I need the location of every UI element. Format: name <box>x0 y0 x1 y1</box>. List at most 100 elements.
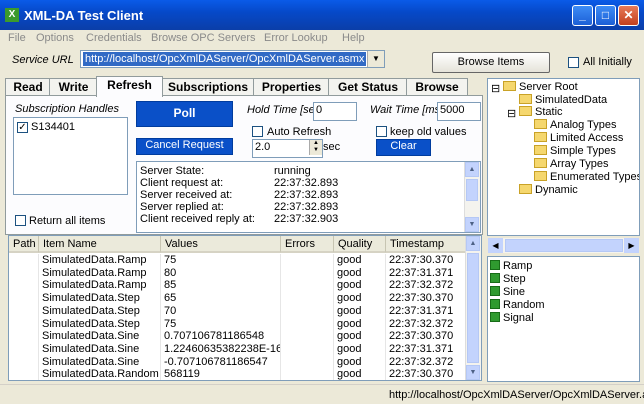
tree-node-static[interactable]: Static <box>519 106 563 118</box>
scroll-up-icon[interactable]: ▲ <box>466 236 480 251</box>
tab-get-status[interactable]: Get Status <box>328 78 408 96</box>
tree-node-dynamic[interactable]: Dynamic <box>519 184 578 196</box>
tree-node-analog-types[interactable]: Analog Types <box>534 119 616 131</box>
service-url-combobox[interactable]: http://localhost/OpcXmlDAServer/OpcXmlDA… <box>80 50 385 68</box>
scroll-thumb[interactable] <box>505 239 623 252</box>
tab-properties[interactable]: Properties <box>253 78 330 96</box>
column-header-values[interactable]: Values <box>161 236 281 253</box>
tree-node-simulated-data[interactable]: SimulatedData <box>519 94 607 106</box>
tab-write[interactable]: Write <box>49 78 98 96</box>
status-value: 22:37:32.893 <box>274 177 339 189</box>
close-button[interactable]: ✕ <box>618 5 639 26</box>
clear-button[interactable]: Clear <box>376 139 431 156</box>
interval-unit-label: sec <box>323 141 341 153</box>
table-row[interactable]: SimulatedData.Ramp 80 good 22:37:31.371 <box>9 266 467 280</box>
tab-read[interactable]: Read <box>5 78 51 96</box>
status-label: Server replied at: <box>140 201 224 213</box>
status-scrollbar[interactable]: ▲ ▼ <box>464 162 480 232</box>
menu-options[interactable]: Options <box>36 32 74 44</box>
spinner-arrows-icon[interactable]: ▲ ▼ <box>309 140 322 155</box>
service-url-value[interactable]: http://localhost/OpcXmlDAServer/OpcXmlDA… <box>83 52 367 66</box>
list-item-step[interactable]: Step <box>490 273 526 285</box>
table-cell-path <box>9 342 39 356</box>
table-row[interactable]: SimulatedData.Sine 0.707106781186548 good 2… <box>9 330 467 344</box>
tree-node-limited-access[interactable]: Limited Access <box>534 132 623 144</box>
folder-icon <box>519 94 532 104</box>
auto-refresh-checkbox[interactable] <box>252 126 263 137</box>
table-cell-value: 85 <box>161 279 281 293</box>
column-header-errors[interactable]: Errors <box>281 236 334 253</box>
tab-refresh[interactable]: Refresh <box>96 76 163 97</box>
list-item-random[interactable]: Random <box>490 299 545 311</box>
tree-node-simple-types[interactable]: Simple Types <box>534 145 616 157</box>
scroll-down-icon[interactable]: ▼ <box>465 217 479 232</box>
menu-browse-opc-servers[interactable]: Browse OPC Servers <box>151 32 256 44</box>
table-row[interactable]: SimulatedData.Step 65 good 22:37:30.370 <box>9 292 467 306</box>
tree-expander-icon[interactable]: ⊟ <box>491 82 500 95</box>
list-item-sine[interactable]: Sine <box>490 286 525 298</box>
scroll-up-icon[interactable]: ▲ <box>465 162 479 177</box>
tree-node-server-root[interactable]: Server Root <box>503 81 578 93</box>
subscription-handles-list[interactable]: ✓ S134401 <box>13 117 128 195</box>
table-cell-item: SimulatedData.Ramp <box>39 266 161 280</box>
tree-expander-icon[interactable]: ⊟ <box>507 107 516 120</box>
table-cell-timestamp: 22:37:32.372 <box>386 355 467 369</box>
table-cell-path <box>9 368 39 380</box>
folder-icon <box>503 81 516 91</box>
cancel-request-button[interactable]: Cancel Request <box>136 138 233 155</box>
service-url-label: Service URL <box>12 54 74 66</box>
table-row[interactable]: SimulatedData.Ramp 85 good 22:37:32.372 <box>9 279 467 293</box>
tree-hscrollbar[interactable]: ◀ ▶ <box>488 238 639 253</box>
table-row[interactable]: SimulatedData.Sine -0.707106781186547 good… <box>9 355 467 369</box>
results-grid[interactable]: Path Item Name Values Errors Quality Tim… <box>8 235 482 381</box>
keep-old-values-checkbox[interactable] <box>376 126 387 137</box>
table-row[interactable]: SimulatedData.Sine 1.22460635382238E-16 go… <box>9 342 467 356</box>
table-row[interactable]: SimulatedData.Step 70 good 22:37:31.371 <box>9 304 467 318</box>
scroll-right-icon[interactable]: ▶ <box>624 238 639 253</box>
column-header-timestamp[interactable]: Timestamp <box>386 236 467 253</box>
tree-node-array-types[interactable]: Array Types <box>534 158 609 170</box>
column-header-quality[interactable]: Quality <box>334 236 386 253</box>
list-item-ramp[interactable]: Ramp <box>490 260 532 272</box>
menu-error-lookup[interactable]: Error Lookup <box>264 32 328 44</box>
chevron-down-icon[interactable]: ▼ <box>367 51 384 67</box>
tree-node-enumerated-types[interactable]: Enumerated Types <box>534 171 639 183</box>
hold-time-input[interactable]: 0 <box>313 102 357 121</box>
maximize-button[interactable]: □ <box>595 5 616 26</box>
tab-subscriptions[interactable]: Subscriptions <box>161 78 255 96</box>
scroll-thumb[interactable] <box>467 253 479 363</box>
scroll-down-icon[interactable]: ▼ <box>466 365 480 380</box>
table-cell-item: SimulatedData.Ramp <box>39 279 161 293</box>
table-cell-quality: good <box>334 266 386 280</box>
table-cell-quality: good <box>334 292 386 306</box>
table-row[interactable]: SimulatedData.Step 75 good 22:37:32.372 <box>9 317 467 331</box>
wait-time-input[interactable]: 5000 <box>437 102 481 121</box>
folder-icon <box>534 132 547 142</box>
scroll-thumb[interactable] <box>466 179 478 201</box>
handle-checkbox[interactable]: ✓ <box>17 122 28 133</box>
tab-browse[interactable]: Browse <box>406 78 468 96</box>
menu-help[interactable]: Help <box>342 32 365 44</box>
scroll-left-icon[interactable]: ◀ <box>488 238 503 253</box>
column-header-path[interactable]: Path <box>9 236 39 253</box>
refresh-interval-spinner[interactable]: 2.0 ▲ ▼ <box>252 139 323 158</box>
return-all-items-checkbox[interactable] <box>15 215 26 226</box>
server-browse-tree[interactable]: ⊟ Server Root SimulatedData ⊟ Static Ana… <box>487 78 640 236</box>
handle-label[interactable]: S134401 <box>31 121 75 133</box>
refresh-interval-value[interactable]: 2.0 <box>255 141 270 153</box>
column-header-item-name[interactable]: Item Name <box>39 236 161 253</box>
server-status-box[interactable]: Server State: running Client request at:… <box>136 161 481 233</box>
table-row[interactable]: SimulatedData.Random 568119 good 22:37:30.3… <box>9 368 467 380</box>
table-row[interactable]: SimulatedData.Ramp 75 good 22:37:30.370 <box>9 254 467 267</box>
poll-button[interactable]: Poll <box>136 101 233 127</box>
browse-items-list[interactable]: Ramp Step Sine Random Signal <box>487 256 640 382</box>
minimize-button[interactable]: _ <box>572 5 593 26</box>
item-icon <box>490 260 500 270</box>
all-initially-checkbox[interactable] <box>568 57 579 68</box>
grid-scrollbar[interactable]: ▲ ▼ <box>465 236 481 380</box>
menu-file[interactable]: File <box>8 32 26 44</box>
browse-items-button[interactable]: Browse Items <box>432 52 550 73</box>
title-bar[interactable]: X XML-DA Test Client _ □ ✕ <box>0 0 644 30</box>
menu-credentials[interactable]: Credentials <box>86 32 142 44</box>
list-item-signal[interactable]: Signal <box>490 312 534 324</box>
